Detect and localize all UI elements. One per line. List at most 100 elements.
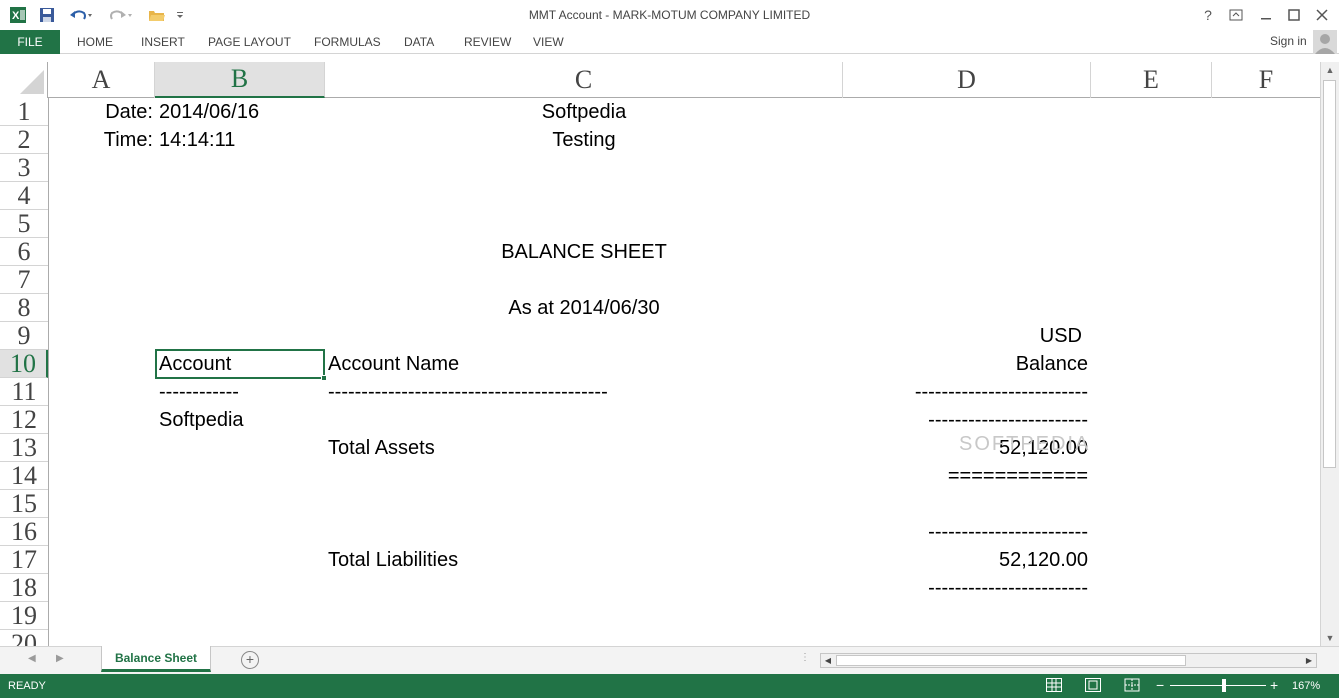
currency-label[interactable]: USD [843, 322, 1082, 350]
open-folder-icon[interactable] [146, 4, 168, 26]
scroll-right-icon[interactable]: ▶ [1302, 654, 1316, 667]
redo-icon[interactable] [104, 4, 134, 26]
customize-toolbar-icon[interactable] [174, 4, 186, 26]
zoom-slider-thumb[interactable] [1222, 679, 1226, 692]
column-header-b[interactable]: B [155, 62, 325, 98]
column-header-d[interactable]: D [843, 62, 1091, 98]
time-value[interactable]: 14:14:11 [159, 126, 329, 154]
date-label[interactable]: Date: [89, 98, 153, 126]
row-header[interactable]: 8 [0, 293, 48, 322]
double-rule[interactable]: ============ [843, 462, 1088, 490]
row-header-selected[interactable]: 10 [0, 349, 48, 378]
vertical-scrollbar[interactable]: ▲ ▼ [1320, 62, 1339, 646]
row-header[interactable]: 13 [0, 433, 48, 462]
horizontal-scroll-thumb[interactable] [836, 655, 1186, 666]
maximize-icon[interactable] [1280, 4, 1308, 26]
scroll-up-icon[interactable]: ▲ [1321, 62, 1339, 78]
select-all-corner[interactable] [0, 62, 48, 98]
normal-view-icon[interactable] [1046, 678, 1062, 692]
header-balance[interactable]: Balance [843, 350, 1088, 378]
as-at-date[interactable]: As at 2014/06/30 [325, 294, 843, 322]
sheet-tab-balance-sheet[interactable]: Balance Sheet [101, 646, 211, 672]
row-header[interactable]: 19 [0, 601, 48, 630]
total-liabilities-label[interactable]: Total Liabilities [328, 546, 838, 574]
row-header[interactable]: 5 [0, 209, 48, 238]
subtitle[interactable]: Testing [325, 126, 843, 154]
row-header[interactable]: 1 [0, 98, 48, 126]
row-header[interactable]: 20 [0, 629, 48, 647]
file-tab[interactable]: FILE [0, 30, 60, 54]
column-header-e[interactable]: E [1091, 62, 1212, 98]
total-liabilities-value[interactable]: 52,120.00 [843, 546, 1088, 574]
row-header[interactable]: 4 [0, 181, 48, 210]
vertical-scroll-thumb[interactable] [1323, 80, 1336, 468]
total-assets-label[interactable]: Total Assets [328, 434, 838, 462]
date-value[interactable]: 2014/06/16 [159, 98, 329, 126]
scroll-down-icon[interactable]: ▼ [1321, 630, 1339, 646]
help-icon[interactable]: ? [1194, 4, 1222, 26]
row-header[interactable]: 9 [0, 321, 48, 350]
status-ready: READY [8, 680, 46, 692]
plus-circle-icon[interactable]: + [241, 651, 259, 669]
rule-account-name[interactable]: ----------------------------------------… [328, 378, 838, 406]
column-headers: A B C D E F [0, 62, 1320, 98]
company-name[interactable]: Softpedia [325, 98, 843, 126]
ribbon-display-icon[interactable] [1222, 4, 1250, 26]
rule-balance-3[interactable]: ------------------------ [843, 518, 1088, 546]
zoom-slider[interactable] [1170, 685, 1266, 686]
header-account-name[interactable]: Account Name [328, 350, 838, 378]
title-bar: X MMT Account - MARK-MOTUM COMPANY LIMIT… [0, 0, 1339, 30]
row-header[interactable]: 15 [0, 489, 48, 518]
horizontal-scrollbar[interactable]: ◀ ▶ [820, 653, 1317, 668]
excel-logo-icon[interactable]: X [6, 4, 30, 26]
next-sheet-icon[interactable]: ▶ [56, 653, 64, 664]
save-icon[interactable] [36, 4, 58, 26]
row-header[interactable]: 18 [0, 573, 48, 602]
row-header[interactable]: 12 [0, 405, 48, 434]
tab-page-layout[interactable]: PAGE LAYOUT [208, 30, 291, 54]
tab-formulas[interactable]: FORMULAS [314, 30, 381, 54]
report-title[interactable]: BALANCE SHEET [325, 238, 843, 266]
worksheet-grid[interactable]: Date: 2014/06/16 Time: 14:14:11 Softpedi… [49, 98, 1319, 646]
tab-view[interactable]: VIEW [533, 30, 564, 54]
column-header-a[interactable]: A [48, 62, 155, 98]
row-header[interactable]: 11 [0, 377, 48, 406]
zoom-out-button[interactable]: − [1156, 677, 1164, 693]
zoom-in-button[interactable]: + [1270, 677, 1278, 693]
header-account[interactable]: Account [159, 350, 325, 378]
row-header[interactable]: 3 [0, 153, 48, 182]
row-header[interactable]: 7 [0, 265, 48, 294]
tab-home[interactable]: HOME [77, 30, 113, 54]
rule-balance-2[interactable]: ------------------------ [843, 406, 1088, 434]
row-header[interactable]: 17 [0, 545, 48, 574]
page-layout-view-icon[interactable] [1085, 678, 1101, 692]
close-icon[interactable] [1308, 4, 1336, 26]
time-label[interactable]: Time: [89, 126, 153, 154]
ribbon-tabs: FILE HOME INSERT PAGE LAYOUT FORMULAS DA… [0, 30, 1339, 54]
split-handle-icon[interactable]: ⋮ [800, 652, 810, 663]
page-break-view-icon[interactable] [1124, 678, 1140, 692]
row-header[interactable]: 2 [0, 125, 48, 154]
account-softpedia[interactable]: Softpedia [159, 406, 325, 434]
column-header-c[interactable]: C [325, 62, 843, 98]
row-header[interactable]: 14 [0, 461, 48, 490]
tab-insert[interactable]: INSERT [141, 30, 185, 54]
scroll-left-icon[interactable]: ◀ [821, 654, 835, 667]
rule-balance[interactable]: -------------------------- [843, 378, 1088, 406]
row-header[interactable]: 6 [0, 237, 48, 266]
sign-in-link[interactable]: Sign in [1270, 34, 1307, 48]
svg-text:X: X [12, 10, 20, 22]
row-header[interactable]: 16 [0, 517, 48, 546]
sheet-tab-bar: ◀ ▶ Balance Sheet + ⋮ ◀ ▶ [0, 646, 1339, 674]
zoom-level[interactable]: 167% [1292, 680, 1320, 692]
rule-balance-4[interactable]: ------------------------ [843, 574, 1088, 602]
tab-data[interactable]: DATA [404, 30, 434, 54]
column-header-f[interactable]: F [1212, 62, 1320, 98]
tab-review[interactable]: REVIEW [464, 30, 511, 54]
avatar[interactable] [1313, 30, 1337, 54]
prev-sheet-icon[interactable]: ◀ [28, 653, 36, 664]
minimize-icon[interactable] [1252, 4, 1280, 26]
status-bar: READY − + 167% [0, 674, 1339, 698]
rule-account[interactable]: ------------ [159, 378, 325, 406]
undo-icon[interactable] [66, 4, 96, 26]
